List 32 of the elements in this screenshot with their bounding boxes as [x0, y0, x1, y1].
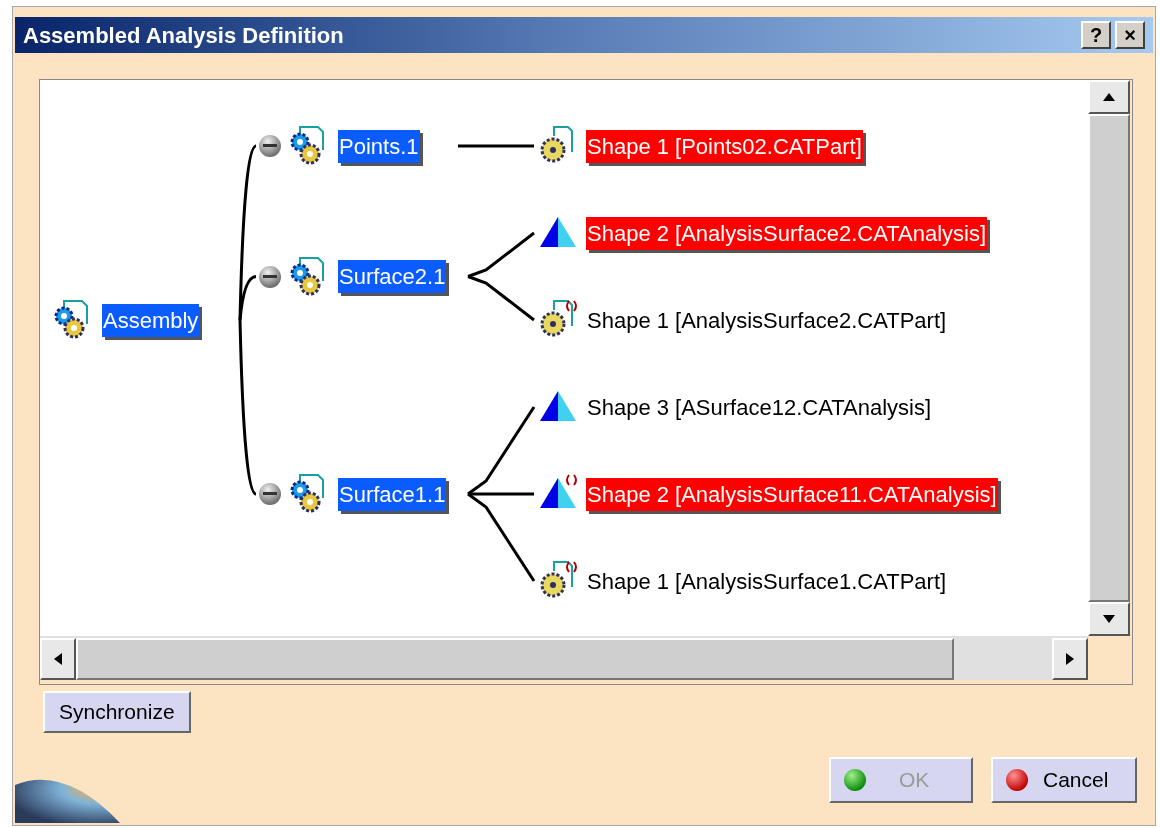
- node-label[interactable]: Assembly: [102, 303, 200, 337]
- scroll-thumb[interactable]: [76, 638, 954, 680]
- right-arrow-icon: [1065, 652, 1075, 666]
- collapse-icon[interactable]: [258, 482, 282, 506]
- scroll-right-button[interactable]: [1052, 638, 1088, 680]
- connector-line: [467, 231, 535, 278]
- scroll-down-button[interactable]: [1088, 602, 1130, 636]
- left-arrow-icon: [53, 652, 63, 666]
- node-label[interactable]: Shape 2 [AnalysisSurface11.CATAnalysis]: [586, 477, 998, 511]
- down-arrow-icon: [1102, 614, 1116, 624]
- close-button[interactable]: ×: [1115, 21, 1145, 49]
- node-label[interactable]: Surface2.1: [338, 260, 447, 293]
- window-title: Assembled Analysis Definition: [23, 21, 344, 50]
- node-label[interactable]: Shape 1 [Points02.CATPart]: [586, 129, 863, 163]
- collapse-icon[interactable]: [258, 134, 282, 158]
- node-label[interactable]: Shape 1 [AnalysisSurface1.CATPart]: [586, 564, 948, 598]
- cancel-button[interactable]: Cancel: [991, 757, 1137, 803]
- collapse-icon[interactable]: [258, 264, 282, 289]
- node-label[interactable]: Shape 2 [AnalysisSurface2.CATAnalysis]: [586, 216, 988, 250]
- up-arrow-icon: [1102, 92, 1116, 102]
- node-label[interactable]: Surface1.1: [338, 477, 447, 511]
- node-label[interactable]: Shape 1 [AnalysisSurface2.CATPart]: [586, 303, 948, 337]
- synchronize-button[interactable]: Synchronize: [43, 691, 191, 733]
- scroll-left-button[interactable]: [40, 638, 76, 680]
- ball-icon: [1005, 768, 1029, 792]
- scroll-up-button[interactable]: [1088, 80, 1130, 114]
- node-label[interactable]: Points.1: [338, 129, 420, 163]
- help-button[interactable]: ?: [1081, 21, 1111, 49]
- horizontal-scrollbar[interactable]: [40, 636, 1088, 680]
- ball-icon: [843, 768, 867, 792]
- connector-line: [467, 275, 535, 322]
- node-label[interactable]: Shape 3 [ASurface12.CATAnalysis]: [586, 390, 933, 424]
